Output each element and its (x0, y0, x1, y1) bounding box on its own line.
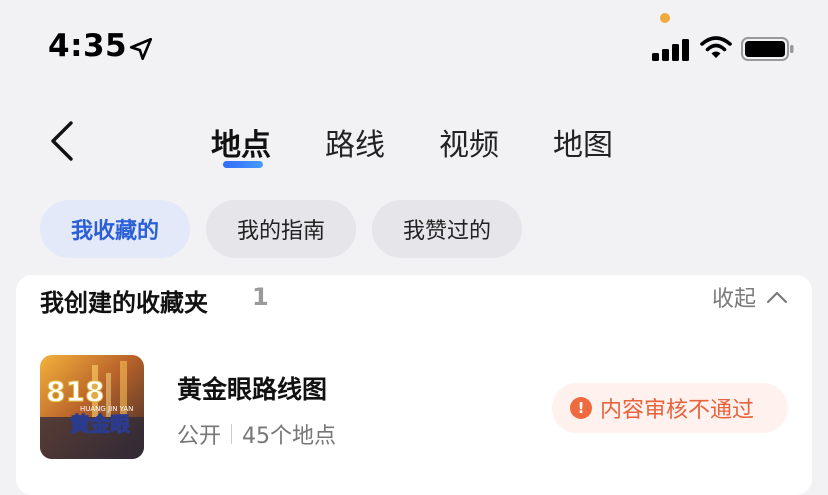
status-bar: 4:35 (0, 0, 828, 100)
battery-icon (741, 37, 794, 61)
warning-icon: ! (570, 397, 592, 419)
collection-title[interactable]: 黄金眼路线图 (177, 370, 327, 406)
tab-maps[interactable]: 地图 (553, 120, 613, 164)
wifi-icon (700, 36, 732, 58)
location-arrow-icon (129, 37, 153, 61)
places-count: 45个地点 (242, 424, 337, 449)
tab-places[interactable]: 地点 (211, 120, 271, 164)
collapse-label: 收起 (711, 287, 756, 312)
thumbnail-image: 818 HUANG JIN YAN 黄金眼 (40, 355, 144, 459)
signal-icon (652, 39, 689, 61)
chevron-up-icon (766, 291, 788, 304)
filter-my-likes[interactable]: 我赞过的 (372, 200, 522, 258)
visibility-label: 公开 (177, 424, 222, 449)
review-status-badge: ! 内容审核不通过 (552, 383, 788, 433)
collection-meta: 公开 45个地点 (177, 418, 336, 450)
chevron-left-icon[interactable] (48, 120, 76, 162)
section-title: 我创建的收藏夹 (40, 289, 208, 317)
meta-divider (231, 424, 233, 444)
collapse-button[interactable]: 收起 (712, 281, 788, 313)
active-tab-indicator (223, 161, 263, 168)
review-status-text: 内容审核不通过 (600, 398, 755, 423)
collection-thumbnail[interactable]: 818 HUANG JIN YAN 黄金眼 (40, 355, 144, 459)
privacy-indicator-dot (660, 13, 670, 23)
section-count: 1 (252, 283, 269, 311)
filter-my-guides[interactable]: 我的指南 (206, 200, 356, 258)
filter-my-favorites[interactable]: 我收藏的 (40, 200, 190, 258)
thumb-name-text: 黄金眼 (70, 412, 130, 436)
tab-routes[interactable]: 路线 (325, 120, 385, 164)
thumb-number-text: 818 (46, 375, 104, 408)
status-time: 4:35 (48, 28, 128, 64)
top-nav: 地点 路线 视频 地图 (0, 100, 828, 180)
tab-videos[interactable]: 视频 (439, 120, 499, 164)
favorites-card: 我创建的收藏夹 1 收起 818 HUANG JIN YAN 黄金眼 黄金眼路线… (16, 275, 812, 495)
